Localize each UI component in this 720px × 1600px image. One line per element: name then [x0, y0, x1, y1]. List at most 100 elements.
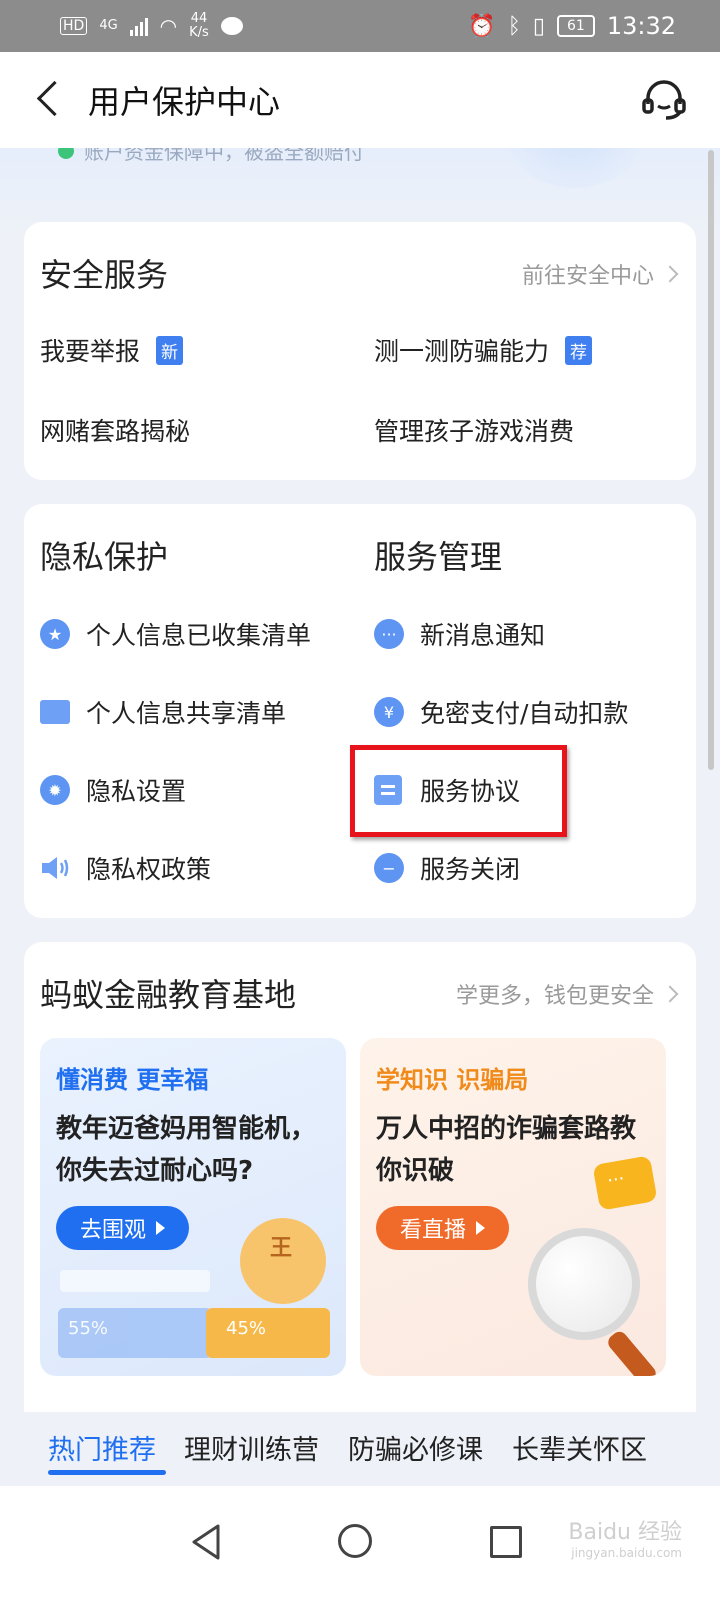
section-title: 安全服务 — [40, 256, 169, 294]
progress-bar-decor — [60, 1270, 210, 1292]
promo-tag: 学知识 识骗局 — [376, 1066, 529, 1094]
promo-text: 教年迈爸妈用智能机，你失去过耐心吗? — [56, 1114, 317, 1186]
live-button[interactable]: 看直播 — [376, 1206, 510, 1250]
page-title: 用户保护中心 — [88, 83, 281, 121]
item-label: 个人信息已收集清单 — [86, 621, 312, 650]
security-center-link[interactable]: 前往安全中心 — [521, 258, 679, 290]
chevron-right-icon — [661, 985, 679, 1003]
chevron-left-icon[interactable] — [28, 80, 68, 120]
vote-percent-right: 45% — [226, 1318, 267, 1339]
battery-icon: 61 — [557, 15, 595, 37]
auto-debit-item[interactable]: ¥ 免密支付/自动扣款 — [374, 694, 628, 730]
learn-more-link[interactable]: 学更多，钱包更安全 — [455, 978, 679, 1010]
headset-icon[interactable] — [640, 78, 688, 122]
highlight-annotation — [350, 745, 567, 837]
shared-info-list-item[interactable]: 个人信息共享清单 — [40, 694, 286, 730]
network-speed: 44 K/s — [189, 12, 209, 40]
fraud-test-item[interactable]: 测一测防骗能力 荐 — [374, 332, 593, 368]
promo-card-left[interactable]: 懂消费 更幸福 教年迈爸妈用智能机，你失去过耐心吗? 去围观 55% 45% 王 — [40, 1038, 346, 1376]
collected-info-list-item[interactable]: ★ 个人信息已收集清单 — [40, 616, 311, 652]
promo-card-right[interactable]: 学知识 识骗局 万人中招的诈骗套路教你识破 看直播 ··· — [360, 1038, 666, 1376]
hero-status-text: 账户资金保障中，被盗全额赔付 — [84, 148, 364, 164]
chevron-right-icon — [661, 265, 679, 283]
minus-icon: − — [374, 853, 404, 883]
gambling-scam-item[interactable]: 网赌套路揭秘 — [40, 412, 190, 448]
active-tab-indicator — [48, 1470, 166, 1475]
item-label: 免密支付/自动扣款 — [420, 699, 629, 728]
star-icon: ★ — [40, 619, 70, 649]
message-icon: ··· — [374, 619, 404, 649]
security-center-link-label: 前往安全中心 — [521, 264, 654, 289]
hd-indicator: HD — [60, 17, 88, 35]
system-navbar: Baidu 经验 jingyan.baidu.com — [0, 1486, 720, 1600]
hero-status: 账户资金保障中，被盗全额赔付 — [58, 148, 364, 165]
kids-game-spending-item[interactable]: 管理孩子游戏消费 — [374, 412, 574, 448]
nav-home-icon[interactable] — [338, 1524, 372, 1558]
app-header: 用户保护中心 — [0, 52, 720, 148]
watch-button[interactable]: 去围观 — [56, 1206, 190, 1250]
privacy-title: 隐私保护 — [40, 538, 169, 576]
tab-elder-care[interactable]: 长辈关怀区 — [512, 1428, 647, 1467]
privacy-policy-item[interactable]: 隐私权政策 — [40, 850, 211, 886]
vibrate-icon: ▯ — [532, 13, 545, 39]
learn-more-label: 学更多，钱包更安全 — [455, 984, 654, 1009]
magnifier-icon — [528, 1228, 640, 1340]
item-label: 个人信息共享清单 — [86, 699, 287, 728]
item-label: 网赌套路揭秘 — [40, 417, 191, 446]
privacy-service-card: 隐私保护 服务管理 ★ 个人信息已收集清单 个人信息共享清单 ✹ 隐私设置 隐私… — [24, 504, 696, 918]
report-item[interactable]: 我要举报 新 — [40, 332, 184, 368]
service-close-item[interactable]: − 服务关闭 — [374, 850, 520, 886]
item-label: 隐私权政策 — [86, 855, 212, 884]
vote-percent-left: 55% — [68, 1318, 109, 1339]
clock: 13:32 — [606, 12, 676, 40]
watch-button-label: 去围观 — [80, 1218, 147, 1243]
watermark: Baidu 经验 jingyan.baidu.com — [568, 1514, 682, 1560]
vote-bar-right: 45% — [206, 1308, 330, 1358]
gear-icon: ✹ — [40, 775, 70, 805]
item-label: 我要举报 — [40, 337, 141, 366]
magnifier-handle — [605, 1328, 659, 1376]
watermark-url: jingyan.baidu.com — [571, 1546, 682, 1560]
privacy-settings-item[interactable]: ✹ 隐私设置 — [40, 772, 186, 808]
folder-icon — [40, 700, 70, 724]
speaker-icon — [42, 857, 69, 879]
item-label: 测一测防骗能力 — [374, 337, 550, 366]
category-tabs: 热门推荐 理财训练营 防骗必修课 长辈关怀区 — [0, 1412, 720, 1482]
shield-icon — [490, 148, 660, 188]
service-title: 服务管理 — [374, 538, 503, 576]
signal-icon — [129, 16, 148, 36]
tiger-mascot-icon: 王 — [240, 1218, 326, 1304]
new-badge: 新 — [156, 335, 184, 365]
security-services-card: 安全服务 前往安全中心 我要举报 新 测一测防骗能力 荐 网赌套路揭秘 管理孩子… — [24, 222, 696, 480]
nav-recents-icon[interactable] — [490, 1526, 522, 1558]
scrollbar[interactable] — [708, 150, 714, 770]
promo-tag: 懂消费 更幸福 — [56, 1066, 209, 1094]
status-dot-icon — [58, 148, 74, 159]
tab-anti-fraud[interactable]: 防骗必修课 — [348, 1428, 483, 1467]
yuan-icon: ¥ — [374, 697, 404, 727]
vote-bar-left: 55% — [58, 1308, 212, 1358]
nav-back-icon[interactable] — [188, 1522, 224, 1562]
item-label: 隐私设置 — [86, 777, 187, 806]
item-label: 新消息通知 — [420, 621, 546, 650]
recommend-badge: 荐 — [565, 335, 593, 365]
status-bar: HD 4G ◠ 44 K/s ⏰ ᛒ ▯ 61 13:32 — [0, 0, 720, 52]
speed-unit: K/s — [189, 25, 209, 40]
chat-bubble-icon: ··· — [592, 1155, 658, 1211]
tab-hot[interactable]: 热门推荐 — [48, 1428, 156, 1467]
speed-value: 44 — [190, 11, 208, 26]
alarm-icon: ⏰ — [468, 13, 496, 39]
education-title: 蚂蚁金融教育基地 — [40, 976, 297, 1014]
tab-finance-camp[interactable]: 理财训练营 — [184, 1428, 319, 1467]
message-notification-item[interactable]: ··· 新消息通知 — [374, 616, 545, 652]
network-label: 4G — [99, 18, 118, 33]
bluetooth-icon: ᛒ — [507, 13, 521, 39]
item-label: 服务关闭 — [420, 855, 521, 884]
play-icon — [476, 1221, 486, 1235]
chat-notification-icon — [220, 17, 243, 35]
live-button-label: 看直播 — [400, 1218, 467, 1243]
play-icon — [156, 1221, 166, 1235]
watermark-brand: Baidu 经验 — [568, 1520, 682, 1545]
item-label: 管理孩子游戏消费 — [374, 417, 575, 446]
wifi-icon: ◠ — [159, 14, 178, 38]
